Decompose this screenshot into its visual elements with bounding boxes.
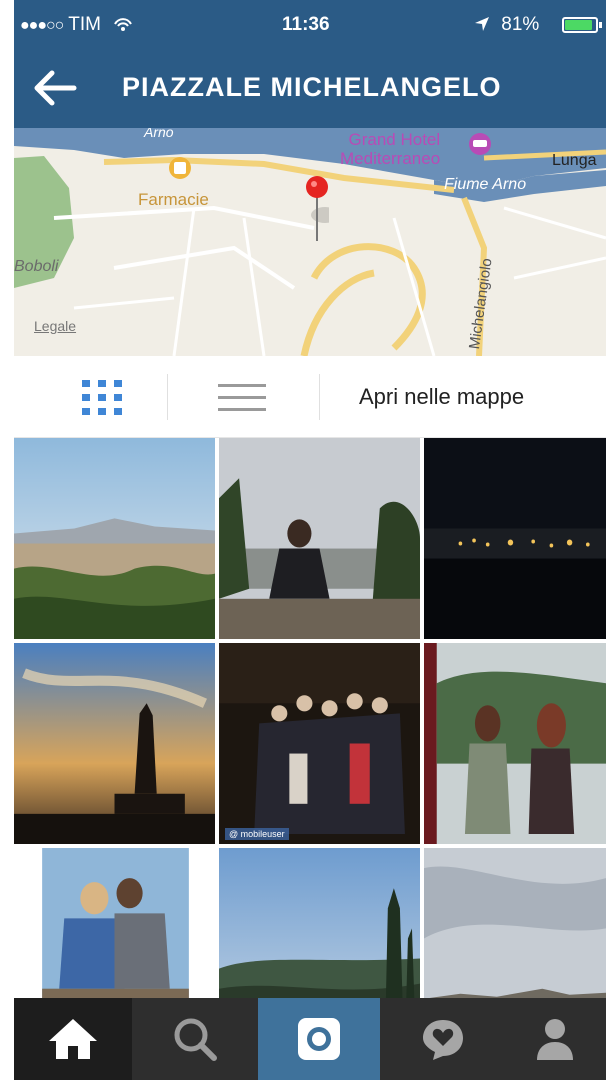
tab-activity[interactable] xyxy=(384,998,502,1080)
carrier-info: ●●●○○ TIM xyxy=(20,14,134,36)
list-icon xyxy=(218,384,266,411)
search-icon xyxy=(174,1018,217,1061)
tab-search[interactable] xyxy=(136,998,254,1080)
tab-bar xyxy=(14,998,606,1080)
status-right: 81% xyxy=(474,14,539,36)
list-view-button[interactable] xyxy=(218,380,266,416)
photo-image xyxy=(219,848,420,998)
open-in-maps-button[interactable]: Apri nelle mappe xyxy=(359,384,524,410)
hotel-label: Grand Hotel Mediterraneo xyxy=(340,130,440,168)
photo-image xyxy=(14,643,215,844)
heart-bubble-icon xyxy=(423,1020,463,1060)
page-title: PIAZZALE MICHELANGELO xyxy=(122,72,502,102)
photo-thumbnail[interactable] xyxy=(424,848,606,998)
nav-bar: PIAZZALE MICHELANGELO xyxy=(14,48,606,128)
photo-thumbnail[interactable] xyxy=(424,438,606,639)
divider xyxy=(167,374,168,420)
carrier-name: TIM xyxy=(68,14,101,35)
hotel-label-line2: Mediterraneo xyxy=(340,149,441,168)
photo-image xyxy=(424,438,606,639)
camera-icon xyxy=(298,1018,340,1060)
river-label: Fiume Arno xyxy=(444,176,527,193)
location-map[interactable]: Grand Hotel Mediterraneo Farmacie Lunga … xyxy=(14,128,606,356)
legal-link[interactable]: Legale xyxy=(34,318,76,334)
hotel-label-line1: Grand Hotel xyxy=(348,130,441,149)
photo-watermark: @ mobileuser xyxy=(225,828,289,840)
battery-icon xyxy=(562,17,602,33)
photo-image xyxy=(424,643,606,844)
photo-thumbnail[interactable] xyxy=(14,848,215,998)
grid-view-button[interactable] xyxy=(80,378,124,418)
wifi-icon xyxy=(114,18,133,31)
header: ●●●○○ TIM 11:36 81% PIAZZALE MICHELANGEL… xyxy=(14,0,606,128)
home-icon xyxy=(49,1019,97,1059)
photo-grid: @ mobileuser xyxy=(14,438,606,998)
map-pin-icon[interactable] xyxy=(305,175,329,245)
tab-home[interactable] xyxy=(14,998,132,1080)
river-label-top: Arno xyxy=(144,128,174,140)
photo-thumbnail[interactable] xyxy=(424,643,606,844)
tab-profile[interactable] xyxy=(504,998,606,1080)
tab-camera[interactable] xyxy=(258,998,380,1080)
street-label-lunga: Lunga xyxy=(552,152,597,169)
profile-icon xyxy=(537,1019,573,1060)
status-time: 11:36 xyxy=(282,14,330,35)
grid-icon xyxy=(82,380,122,415)
photo-thumbnail[interactable] xyxy=(219,848,420,998)
photo-image xyxy=(14,848,215,998)
photo-thumbnail[interactable] xyxy=(14,643,215,844)
photo-image xyxy=(219,643,420,844)
divider xyxy=(319,374,320,420)
status-bar: ●●●○○ TIM 11:36 81% xyxy=(14,0,606,48)
photo-image xyxy=(219,438,420,639)
battery-percent: 81% xyxy=(501,14,540,35)
screen: ●●●○○ TIM 11:36 81% PIAZZALE MICHELANGEL… xyxy=(0,0,606,1080)
photo-image xyxy=(14,438,215,639)
photo-image xyxy=(424,848,606,998)
location-arrow-icon xyxy=(475,17,489,31)
back-button[interactable] xyxy=(28,62,84,114)
photo-thumbnail[interactable] xyxy=(14,438,215,639)
photo-thumbnail[interactable]: @ mobileuser xyxy=(219,643,420,844)
view-toolbar: Apri nelle mappe xyxy=(14,356,606,438)
back-arrow-icon xyxy=(34,70,77,106)
signal-strength-icon: ●●●○○ xyxy=(20,17,64,34)
pharmacy-label: Farmacie xyxy=(138,190,209,209)
park-label: Boboli xyxy=(14,258,59,275)
photo-thumbnail[interactable] xyxy=(219,438,420,639)
